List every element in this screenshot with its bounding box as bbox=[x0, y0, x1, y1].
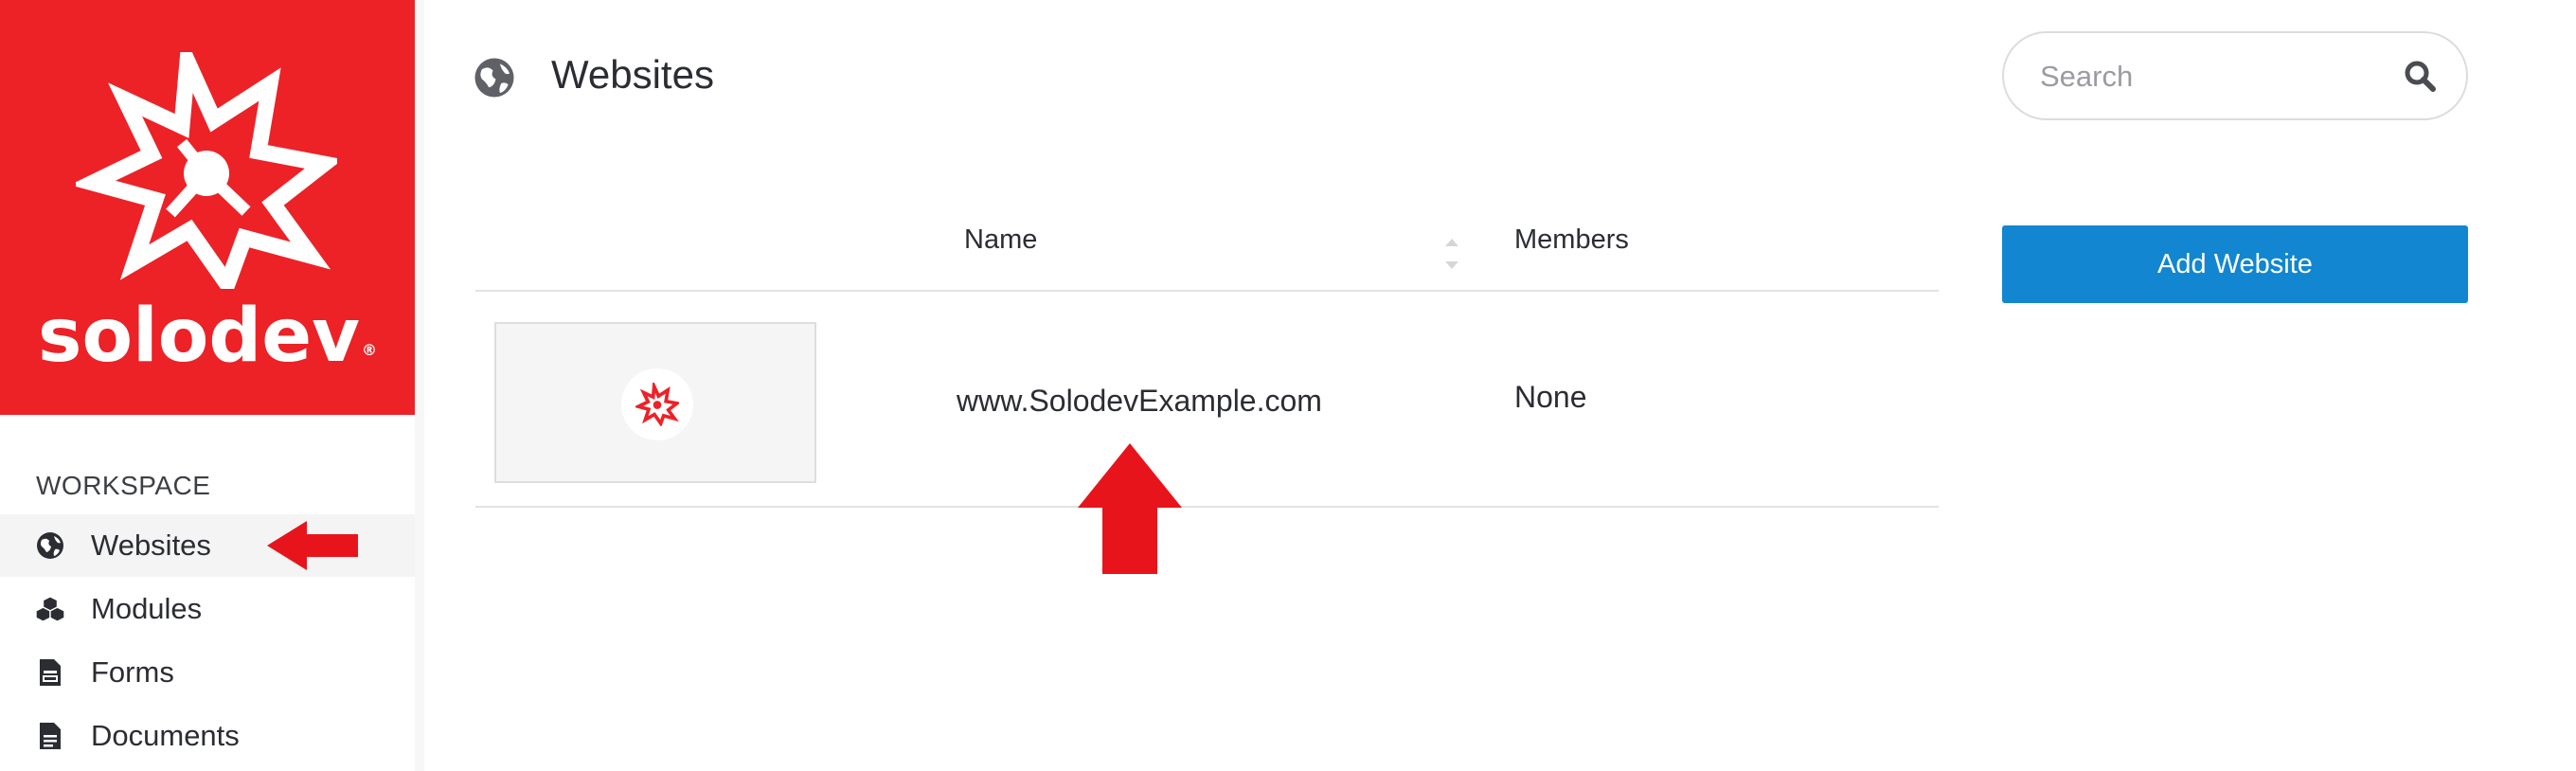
thumbnail-badge bbox=[621, 368, 693, 440]
sidebar-section-label: WORKSPACE bbox=[36, 471, 211, 500]
website-name[interactable]: www.SolodevExample.com bbox=[957, 384, 1322, 419]
sidebar-item-label: Forms bbox=[91, 655, 174, 689]
search-icon[interactable] bbox=[2404, 60, 2438, 94]
globe-icon bbox=[36, 531, 64, 560]
sidebar-item-label: Websites bbox=[91, 529, 211, 562]
column-header-members[interactable]: Members bbox=[1514, 224, 1629, 256]
annotation-arrow-up bbox=[1078, 443, 1182, 574]
table-row-divider bbox=[475, 506, 1939, 508]
registered-mark: ® bbox=[361, 341, 377, 359]
sort-icon[interactable] bbox=[1441, 233, 1462, 275]
page-title: Websites bbox=[551, 52, 714, 97]
sidebar-item-documents[interactable]: Documents bbox=[0, 705, 415, 767]
brand-logo[interactable]: solodev ® bbox=[0, 0, 415, 415]
form-icon bbox=[36, 658, 64, 687]
sidebar-item-label: Documents bbox=[91, 719, 240, 752]
add-website-button[interactable]: Add Website bbox=[2002, 225, 2468, 303]
sidebar-item-modules[interactable]: Modules bbox=[0, 578, 415, 640]
brand-name: solodev bbox=[38, 294, 360, 379]
website-members: None bbox=[1514, 380, 1587, 414]
search-box[interactable] bbox=[2002, 31, 2468, 120]
solodev-logo-icon bbox=[635, 383, 679, 426]
globe-icon bbox=[474, 58, 514, 98]
solodev-logo-icon bbox=[76, 52, 337, 289]
sidebar-divider bbox=[415, 0, 424, 771]
sidebar-item-forms[interactable]: Forms bbox=[0, 641, 415, 704]
table-header-divider bbox=[475, 290, 1939, 292]
brand-wordmark: solodev ® bbox=[0, 294, 415, 379]
sidebar-item-label: Modules bbox=[91, 592, 203, 625]
annotation-arrow-left bbox=[267, 521, 358, 570]
sidebar: solodev ® WORKSPACE Websites Modules Form… bbox=[0, 0, 415, 771]
column-header-name[interactable]: Name bbox=[964, 224, 1037, 256]
document-icon bbox=[36, 722, 64, 750]
website-thumbnail[interactable] bbox=[494, 322, 816, 483]
cubes-icon bbox=[36, 595, 64, 623]
search-input[interactable] bbox=[2038, 50, 2383, 103]
